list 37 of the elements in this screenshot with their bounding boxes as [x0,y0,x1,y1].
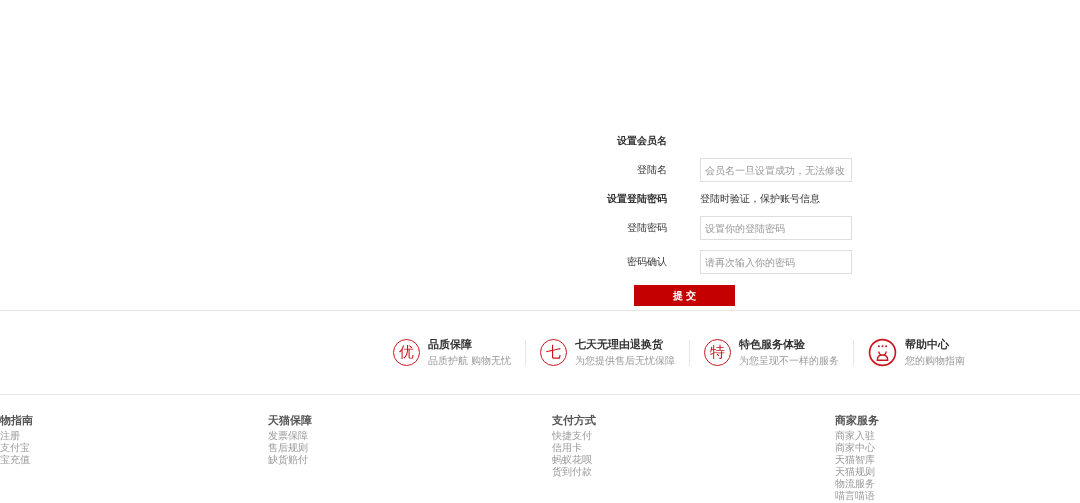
footer-link[interactable]: 商家入驻 [835,430,875,442]
form-label: 登陆密码 [626,221,667,235]
footer-link[interactable]: 售后规则 [268,442,308,454]
form-label: 设置会员名 [616,134,667,148]
form-label: 密码确认 [626,255,667,269]
hint-text: 登陆时验证，保护账号信息 [700,192,821,206]
form-label: 登陆名 [636,163,667,177]
footer-heading: 天猫保障 [268,413,312,428]
service-title: 帮助中心 [905,337,951,352]
footer-link[interactable]: 信用卡 [552,442,582,454]
person-icon [868,338,898,367]
footer-link[interactable]: 注册 [0,430,20,442]
submit-button[interactable]: 提 交 [634,285,735,306]
footer-heading: 支付方式 [552,413,596,428]
input-field[interactable]: 请再次输入你的密码 [700,250,852,274]
footer-heading: 物指南 [0,413,33,428]
footer-link[interactable]: 天猫规则 [835,466,875,478]
footer-link[interactable]: 快捷支付 [552,430,592,442]
service-title: 特色服务体验 [739,337,807,352]
service-title: 品质保障 [428,337,473,352]
footer-link[interactable]: 物流服务 [835,478,875,490]
footer-link[interactable]: 宝充值 [0,454,30,466]
service-subtitle: 您的购物指南 [905,354,966,368]
footer-link[interactable]: 喵言喵语 [835,490,875,502]
footer-link[interactable]: 支付宝 [0,442,30,454]
footer-link[interactable]: 货到付款 [552,466,592,478]
footer-link[interactable]: 蚂蚁花呗 [552,454,592,466]
footer-heading: 商家服务 [835,413,879,428]
footer-link[interactable]: 商家中心 [835,442,875,454]
input-field[interactable]: 设置你的登陆密码 [700,216,852,240]
footer-link[interactable]: 发票保障 [268,430,308,442]
service-title: 七天无理由退换货 [575,337,665,352]
footer-link[interactable]: 天猫智库 [835,454,875,466]
service-subtitle: 品质护航 购物无忧 [428,354,512,368]
service-subtitle: 为您提供售后无忧保障 [575,354,676,368]
footer-link[interactable]: 缺货赔付 [268,454,308,466]
form-label: 设置登陆密码 [606,192,667,206]
